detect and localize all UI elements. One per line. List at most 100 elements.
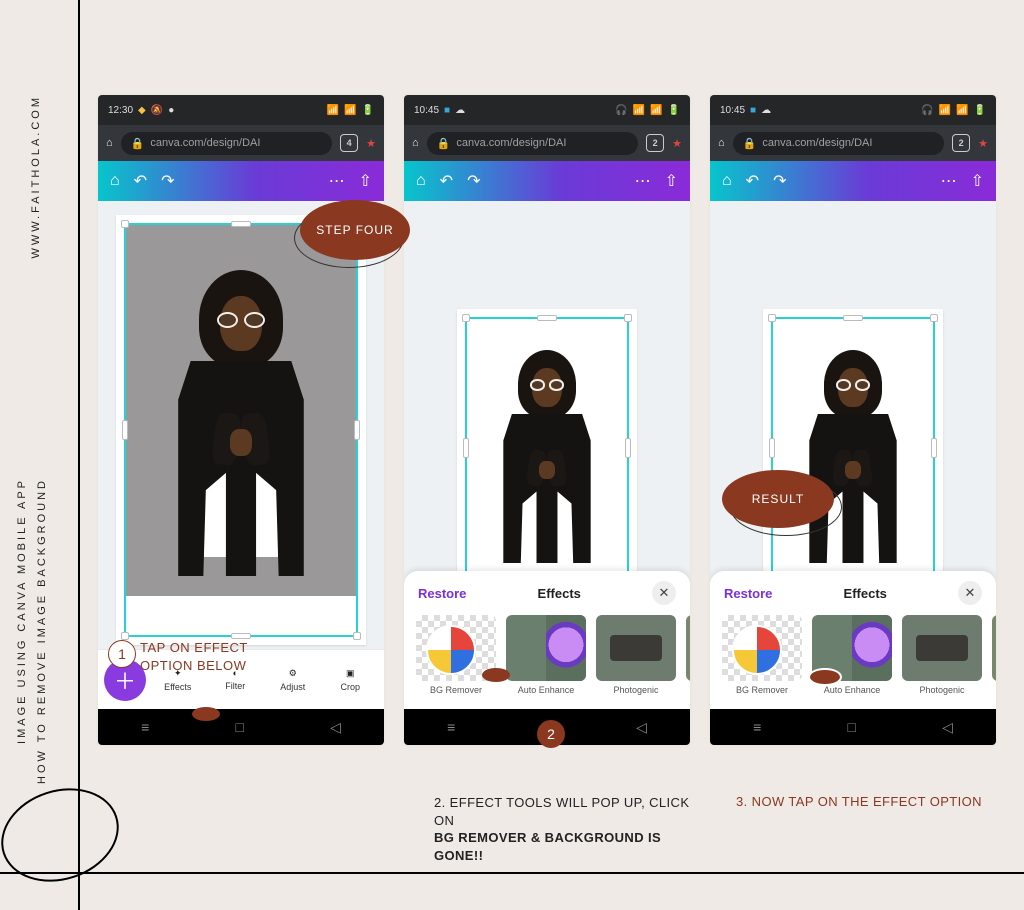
home-icon[interactable]: ⌂ xyxy=(718,137,725,149)
status-bar: 12:30 ◆ 🔕 ● 📶 📶 🔋 xyxy=(98,95,384,125)
lock-icon: 🔒 xyxy=(131,137,145,150)
signal-icon-2: 📶 xyxy=(956,105,968,116)
design-page[interactable] xyxy=(116,215,366,645)
recent-apps-icon[interactable]: ≡ xyxy=(753,719,761,735)
home-nav-icon[interactable]: □ xyxy=(847,719,855,735)
effect-more[interactable] xyxy=(686,615,690,695)
share-icon[interactable]: ⇧ xyxy=(665,171,678,191)
crop-tool[interactable]: ▣ Crop xyxy=(323,668,379,692)
recent-apps-icon[interactable]: ≡ xyxy=(447,719,455,735)
effect-photogenic[interactable]: Photogenic xyxy=(902,615,982,695)
selected-image[interactable] xyxy=(124,223,358,637)
undo-icon[interactable]: ↶ xyxy=(746,171,759,191)
tab-count[interactable]: 4 xyxy=(340,134,358,152)
restore-button[interactable]: Restore xyxy=(418,586,466,601)
home-icon[interactable]: ⌂ xyxy=(106,137,113,149)
signal-icon-2: 📶 xyxy=(344,105,356,116)
battery-icon: 🔋 xyxy=(362,105,374,116)
effect-bg-remover[interactable]: BG Remover xyxy=(416,615,496,695)
crop-icon: ▣ xyxy=(346,668,355,679)
url-text: canva.com/design/DAI xyxy=(150,137,260,149)
effect-bg-remover[interactable]: BG Remover xyxy=(722,615,802,695)
canva-home-icon[interactable]: ⌂ xyxy=(416,172,426,190)
effects-panel: Restore Effects ✕ BG Remover Auto Enhanc… xyxy=(710,571,996,709)
redo-icon[interactable]: ↷ xyxy=(773,171,786,191)
back-nav-icon[interactable]: ◁ xyxy=(636,719,647,736)
canvas-area[interactable] xyxy=(98,201,384,649)
back-nav-icon[interactable]: ◁ xyxy=(330,719,341,736)
url-field[interactable]: 🔒 canva.com/design/DAI xyxy=(121,132,332,155)
undo-icon[interactable]: ↶ xyxy=(440,171,453,191)
more-options-icon[interactable]: ⋯ xyxy=(941,171,957,191)
step-four-bubble: STEP FOUR xyxy=(300,200,410,260)
effects-row[interactable]: BG Remover Auto Enhance Photogenic xyxy=(710,615,996,695)
home-icon[interactable]: ⌂ xyxy=(412,137,419,149)
url-field[interactable]: 🔒 canva.com/design/DAI xyxy=(427,132,638,155)
share-icon[interactable]: ⇧ xyxy=(971,171,984,191)
undo-icon[interactable]: ↶ xyxy=(134,171,147,191)
beachball-icon xyxy=(426,625,476,675)
selected-image[interactable] xyxy=(465,317,629,579)
status-bar: 10:45 ■ ☁ 🎧 📶 📶 🔋 xyxy=(404,95,690,125)
adjust-tool[interactable]: ⚙ Adjust xyxy=(265,668,321,692)
tab-count[interactable]: 2 xyxy=(646,134,664,152)
back-nav-icon[interactable]: ◁ xyxy=(942,719,953,736)
home-nav-icon[interactable]: □ xyxy=(235,719,243,735)
more-options-icon[interactable]: ⋯ xyxy=(635,171,651,191)
highlight-bg-remover-1 xyxy=(482,668,510,682)
recent-apps-icon[interactable]: ≡ xyxy=(141,719,149,735)
url-field[interactable]: 🔒 canva.com/design/DAI xyxy=(733,132,944,155)
effects-row[interactable]: BG Remover Auto Enhance Photogenic xyxy=(404,615,690,695)
restore-button[interactable]: Restore xyxy=(724,586,772,601)
phone-2: 10:45 ■ ☁ 🎧 📶 📶 🔋 ⌂ 🔒 canva.com/design/D… xyxy=(404,95,690,745)
cloud-icon: ☁ xyxy=(455,105,465,116)
step-number-2: 2 xyxy=(537,720,565,748)
menu-star-icon[interactable]: ★ xyxy=(366,137,376,150)
model-image-with-bg xyxy=(126,225,356,596)
beachball-icon xyxy=(732,625,782,675)
crop-label: Crop xyxy=(340,682,360,692)
more-options-icon[interactable]: ⋯ xyxy=(329,171,345,191)
result-bubble: RESULT xyxy=(722,470,834,528)
battery-saver-icon: ◆ xyxy=(138,105,146,116)
effects-title: Effects xyxy=(844,586,887,601)
share-icon[interactable]: ⇧ xyxy=(359,171,372,191)
model-image-no-bg xyxy=(773,319,933,577)
url-text: canva.com/design/DAI xyxy=(456,137,566,149)
canva-home-icon[interactable]: ⌂ xyxy=(110,172,120,190)
adjust-label: Adjust xyxy=(280,682,305,692)
design-page[interactable] xyxy=(457,309,637,587)
close-icon[interactable]: ✕ xyxy=(652,581,676,605)
effects-title: Effects xyxy=(538,586,581,601)
effect-auto-enhance[interactable]: Auto Enhance xyxy=(506,615,586,695)
close-icon[interactable]: ✕ xyxy=(958,581,982,605)
redo-icon[interactable]: ↷ xyxy=(161,171,174,191)
tab-count[interactable]: 2 xyxy=(952,134,970,152)
effect-label: Photogenic xyxy=(902,685,982,695)
menu-star-icon[interactable]: ★ xyxy=(672,137,682,150)
status-bar: 10:45 ■ ☁ 🎧 📶 📶 🔋 xyxy=(710,95,996,125)
phone-3: 10:45 ■ ☁ 🎧 📶 📶 🔋 ⌂ 🔒 canva.com/design/D… xyxy=(710,95,996,745)
status-dot-icon: ■ xyxy=(750,105,756,116)
signal-icon: 📶 xyxy=(633,105,645,116)
android-nav-bar: ≡ □ ◁ xyxy=(710,709,996,745)
design-page[interactable] xyxy=(763,309,943,587)
caption-step-2: 2. EFFECT TOOLS WILL POP UP, CLICK ON BG… xyxy=(434,794,704,864)
effect-more[interactable] xyxy=(992,615,996,695)
horizontal-rule xyxy=(0,872,1024,874)
menu-star-icon[interactable]: ★ xyxy=(978,137,988,150)
signal-icon: 📶 xyxy=(327,105,339,116)
canva-toolbar: ⌂ ↶ ↷ ⋯ ⇧ xyxy=(404,161,690,201)
vertical-rule xyxy=(78,0,80,910)
selected-image[interactable] xyxy=(771,317,935,579)
canva-home-icon[interactable]: ⌂ xyxy=(722,172,732,190)
highlight-bg-remover-2 xyxy=(808,668,842,686)
effect-photogenic[interactable]: Photogenic xyxy=(596,615,676,695)
canva-toolbar: ⌂ ↶ ↷ ⋯ ⇧ xyxy=(710,161,996,201)
filter-label: Filter xyxy=(225,681,245,691)
status-time: 10:45 xyxy=(720,105,745,116)
status-time: 10:45 xyxy=(414,105,439,116)
redo-icon[interactable]: ↷ xyxy=(467,171,480,191)
effect-label: BG Remover xyxy=(722,685,802,695)
step-number-1: 1 xyxy=(108,640,136,668)
